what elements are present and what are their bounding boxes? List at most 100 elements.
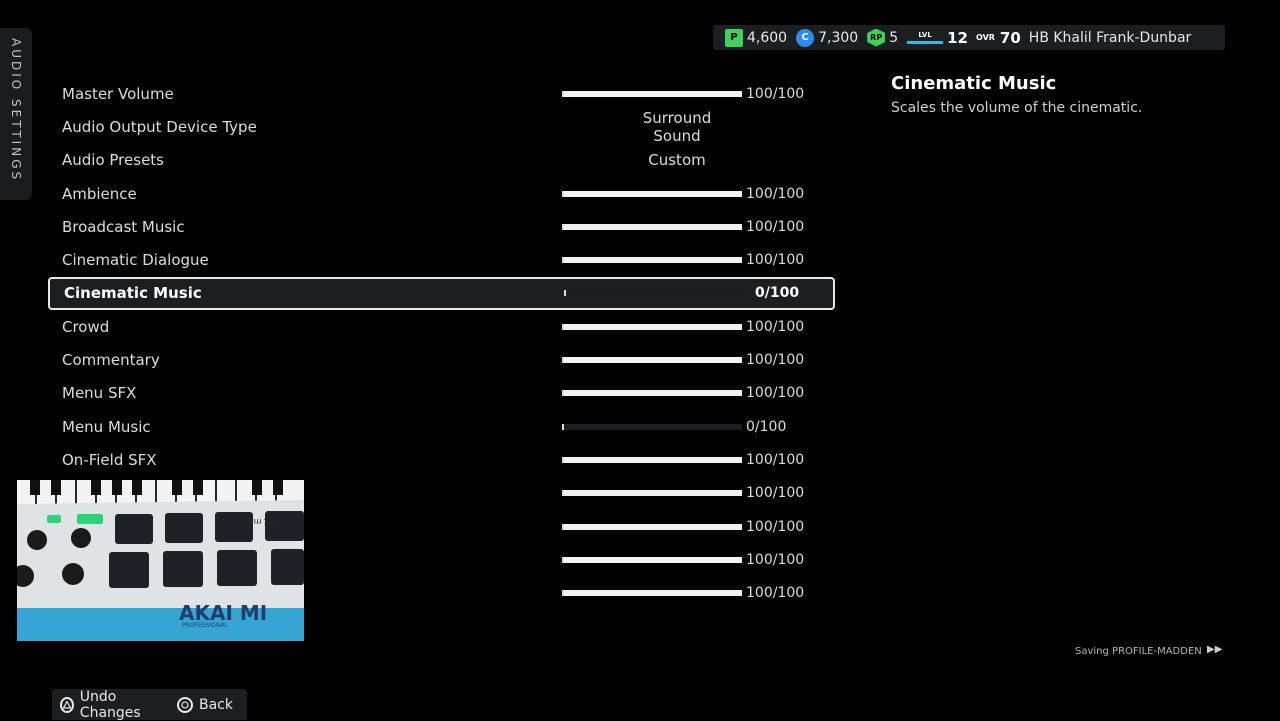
volume-value: 100/100 [746, 585, 805, 602]
description-body: Scales the volume of the cinematic. [891, 100, 1143, 116]
setting-label: Audio Output Device Type [62, 117, 257, 136]
back-button[interactable]: Back [177, 696, 233, 713]
setting-row[interactable]: Cinematic Dialogue 100/100 [48, 243, 835, 276]
setting-label: Master Volume [62, 84, 174, 103]
volume-slider[interactable] [562, 190, 742, 197]
setting-option-value[interactable]: Custom [618, 151, 736, 169]
midi-model-text: MPK mini [244, 517, 281, 526]
midi-controller-image: AKAI MI MPK mini PROFESSIONAL [17, 480, 304, 641]
volume-value: 100/100 [746, 385, 805, 402]
volume-slider-fill [564, 257, 742, 264]
volume-value: 0/100 [755, 285, 800, 302]
setting-label: Broadcast Music [62, 217, 185, 236]
back-label: Back [199, 696, 233, 713]
triangle-button-icon [60, 696, 74, 713]
coins-icon: C [796, 28, 815, 47]
volume-value: 100/100 [746, 518, 805, 535]
player-level: LVL 12 [907, 29, 968, 47]
setting-row[interactable]: Menu SFX 100/100 [48, 377, 835, 410]
player-name: HB Khalil Frank-Dunbar [1028, 29, 1192, 46]
volume-slider[interactable] [562, 423, 742, 430]
volume-slider[interactable] [562, 523, 742, 530]
setting-option-value[interactable]: Surround Sound [618, 109, 736, 145]
webcam-overlay: AKAI MI MPK mini PROFESSIONAL [17, 480, 304, 641]
setting-row[interactable]: Ambience 100/100 [48, 177, 835, 210]
setting-label: On-Field SFX [62, 450, 157, 469]
setting-row[interactable]: Menu Music 0/100 [48, 410, 835, 443]
coins-balance: C 7,300 [796, 28, 859, 47]
points-value: 4,600 [747, 29, 788, 46]
currency-bar: P 4,600 C 7,300 RP 5 LVL 12 OVR 70 HB Kh… [713, 25, 1225, 50]
volume-slider[interactable] [562, 556, 742, 563]
volume-slider[interactable] [562, 257, 742, 264]
level-value: 12 [947, 28, 968, 47]
volume-value: 100/100 [746, 485, 805, 502]
description-title: Cinematic Music [891, 73, 1057, 94]
ovr-label: OVR [975, 33, 995, 42]
xp-icon: RP [867, 28, 886, 47]
level-progress-bar [907, 41, 944, 44]
setting-row[interactable]: Audio Presets Custom [48, 144, 835, 177]
volume-slider[interactable] [562, 357, 742, 364]
undo-changes-label: Undo Changes [79, 688, 141, 721]
volume-slider-fill [564, 490, 742, 497]
audio-settings-tab-label: AUDIO SETTINGS [9, 38, 23, 183]
setting-row[interactable]: Audio Output Device Type Surround Sound [48, 109, 835, 145]
xp-value: 5 [889, 29, 899, 46]
setting-row[interactable]: Cinematic Music 0/100 [48, 276, 835, 311]
footer-controls: Undo Changes Back [52, 689, 247, 721]
volume-value: 100/100 [746, 252, 805, 269]
volume-slider-fill [564, 323, 742, 330]
volume-slider-fill [564, 190, 742, 197]
volume-value: 100/100 [746, 352, 805, 369]
level-label: LVL [918, 31, 932, 39]
volume-slider[interactable] [562, 490, 742, 497]
volume-value: 100/100 [746, 451, 805, 468]
volume-slider-fill [564, 556, 742, 563]
volume-value: 100/100 [746, 85, 805, 102]
setting-row[interactable]: Broadcast Music 100/100 [48, 210, 835, 243]
points-icon: P [725, 28, 743, 47]
circle-button-icon [177, 696, 193, 713]
volume-slider-fill [564, 456, 742, 463]
volume-slider[interactable] [562, 223, 742, 230]
undo-changes-button[interactable]: Undo Changes [60, 689, 163, 721]
setting-row[interactable]: Commentary 100/100 [48, 343, 835, 376]
coins-value: 7,300 [818, 29, 859, 46]
volume-slider[interactable] [562, 590, 742, 597]
setting-label: Crowd [62, 317, 110, 336]
volume-value: 0/100 [746, 418, 787, 435]
setting-row[interactable]: Master Volume 100/100 [48, 77, 835, 110]
setting-label: Commentary [62, 351, 160, 370]
volume-slider[interactable] [562, 456, 742, 463]
volume-slider[interactable] [562, 390, 742, 397]
volume-slider[interactable] [564, 290, 744, 297]
setting-label: Menu SFX [62, 384, 137, 403]
volume-slider-fill [564, 523, 742, 530]
setting-label: Cinematic Music [64, 284, 202, 303]
volume-slider[interactable] [562, 323, 742, 330]
setting-row[interactable]: Crowd 100/100 [48, 310, 835, 343]
volume-value: 100/100 [746, 318, 805, 335]
fast-forward-icon: ▶▶ [1207, 644, 1223, 655]
volume-slider[interactable] [562, 90, 742, 97]
volume-slider-fill [564, 223, 742, 230]
audio-settings-tab[interactable]: AUDIO SETTINGS [0, 28, 32, 200]
volume-value: 100/100 [746, 218, 805, 235]
setting-label: Menu Music [62, 417, 151, 436]
volume-slider-fill [564, 357, 742, 364]
setting-row[interactable]: On-Field SFX 100/100 [48, 443, 835, 476]
xp-balance: RP 5 [867, 28, 899, 47]
volume-slider-fill [564, 590, 742, 597]
setting-description: Cinematic Music Scales the volume of the… [891, 73, 1142, 116]
setting-label: Ambience [62, 184, 137, 203]
setting-label: Cinematic Dialogue [62, 251, 209, 270]
saving-status: Saving PROFILE-MADDEN [1075, 646, 1202, 657]
volume-value: 100/100 [746, 551, 805, 568]
setting-label: Audio Presets [62, 151, 164, 170]
midi-sub-text: PROFESSIONAL [182, 622, 228, 629]
volume-slider-fill [564, 90, 742, 97]
volume-slider-fill [564, 390, 742, 397]
volume-value: 100/100 [746, 185, 805, 202]
ovr-value: 70 [999, 28, 1021, 47]
